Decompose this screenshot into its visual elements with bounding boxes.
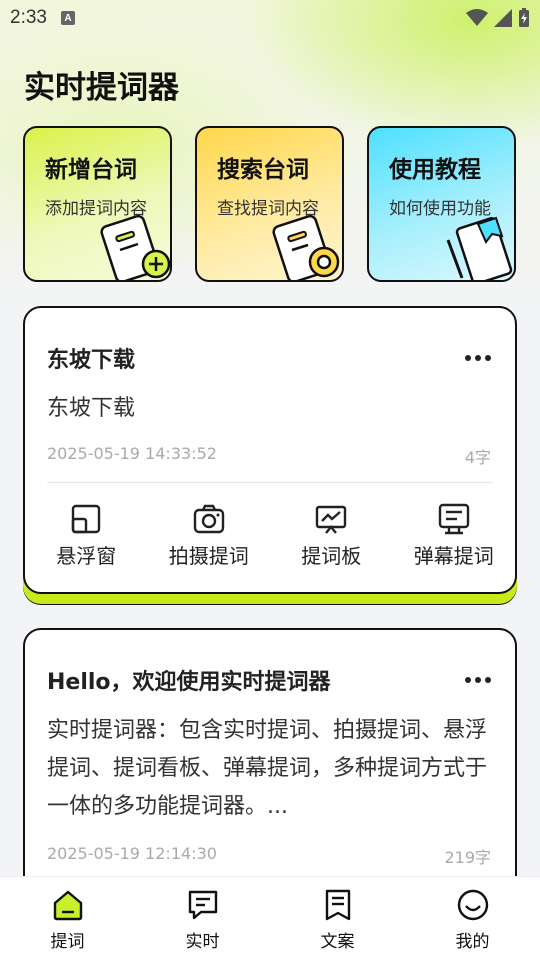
script-content: 东坡下载: [47, 396, 136, 421]
signal-icon: [494, 9, 512, 27]
book-icon: [446, 216, 513, 280]
action-label: 提词板: [301, 544, 362, 568]
profile-icon: [457, 889, 488, 921]
script-title: 东坡下载: [47, 348, 136, 373]
chat-icon: [188, 890, 217, 920]
tab-label: 我的: [455, 932, 490, 952]
card-title: 使用教程: [389, 157, 481, 183]
tab-realtime[interactable]: 实时: [135, 877, 270, 960]
action-label: 拍摄提词: [168, 544, 249, 568]
danmaku-prompt-button[interactable]: 弹幕提词: [393, 502, 516, 569]
prompt-board-button[interactable]: 提词板: [270, 502, 393, 569]
tab-label: 文案: [320, 932, 355, 952]
more-options-icon[interactable]: [465, 355, 491, 361]
more-options-icon[interactable]: [465, 677, 491, 683]
tab-label: 实时: [185, 932, 220, 952]
card-title: 搜索台词: [217, 157, 309, 183]
tab-prompt[interactable]: 提词: [0, 877, 135, 960]
battery-icon: [519, 8, 529, 27]
add-document-icon: [100, 214, 170, 280]
word-count: 219字: [444, 848, 491, 867]
tab-copywriting[interactable]: 文案: [270, 877, 405, 960]
camera-prompt-button[interactable]: 拍摄提词: [148, 502, 271, 569]
action-label: 弹幕提词: [413, 544, 494, 568]
script-card[interactable]: 东坡下载 东坡下载 2025-05-19 14:33:52 4字 悬浮窗 拍摄提…: [23, 306, 517, 594]
wifi-icon: [466, 9, 488, 26]
divider: [47, 482, 493, 483]
action-label: 悬浮窗: [56, 544, 117, 568]
script-content: 实时提词器：包含实时提词、拍摄提词、悬浮提词、提词看板、弹幕提词，多种提词方式于…: [47, 718, 488, 819]
notification-a-icon: A: [60, 11, 75, 25]
status-bar: 2:33 A: [0, 0, 540, 36]
status-time: 2:33: [10, 7, 47, 28]
floating-window-icon: [72, 504, 101, 534]
tutorial-card[interactable]: 使用教程 如何使用功能: [367, 126, 516, 282]
danmaku-icon: [438, 503, 469, 535]
script-date: 2025-05-19 14:33:52: [47, 444, 217, 463]
tab-profile[interactable]: 我的: [405, 877, 540, 960]
floating-window-button[interactable]: 悬浮窗: [25, 502, 148, 569]
tab-label: 提词: [50, 932, 85, 952]
bottom-tab-bar: 提词 实时 文案 我的: [0, 876, 540, 960]
home-icon: [53, 890, 82, 921]
word-count: 4字: [464, 448, 491, 467]
script-title: Hello，欢迎使用实时提词器: [47, 670, 331, 695]
card-title: 新增台词: [45, 157, 137, 183]
add-script-card[interactable]: 新增台词 添加提词内容: [23, 126, 172, 282]
board-icon: [316, 505, 347, 534]
page-title: 实时提词器: [24, 70, 179, 106]
camera-icon: [193, 504, 224, 534]
script-date: 2025-05-19 12:14:30: [47, 844, 217, 863]
document-icon: [325, 889, 350, 921]
search-script-card[interactable]: 搜索台词 查找提词内容: [195, 126, 344, 282]
search-document-icon: [272, 214, 340, 280]
